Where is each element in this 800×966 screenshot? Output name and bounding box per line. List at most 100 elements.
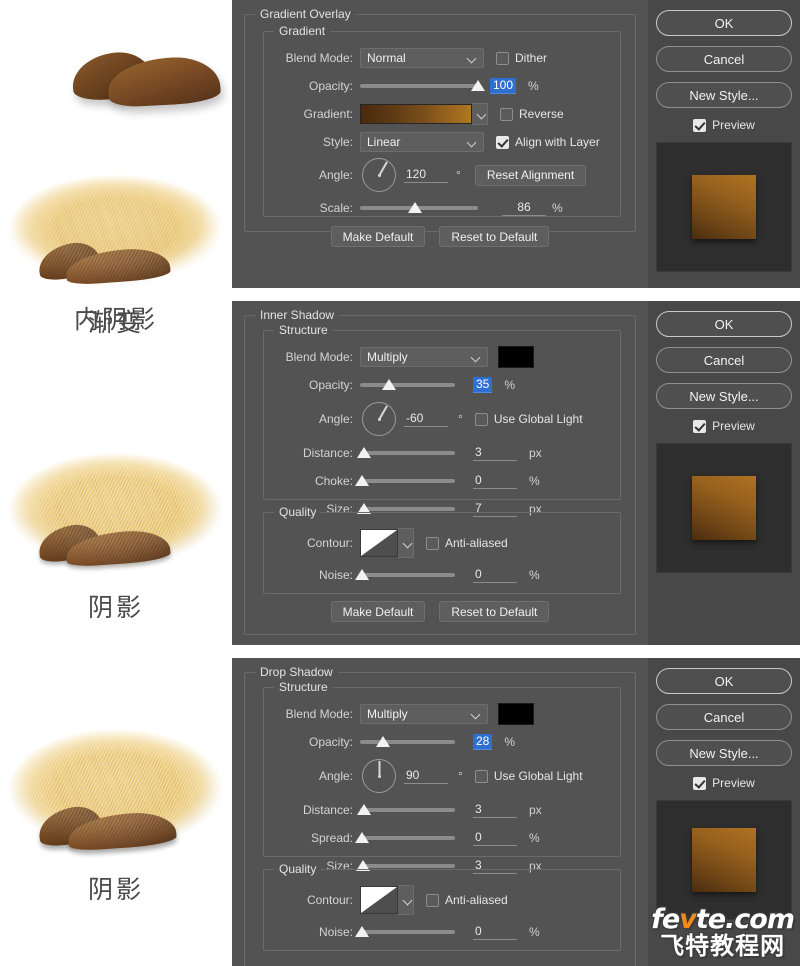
opacity-slider[interactable]	[360, 77, 485, 95]
reset-to-default-button[interactable]: Reset to Default	[439, 601, 550, 622]
reverse-checkbox[interactable]: Reverse	[500, 107, 564, 121]
slider-thumb[interactable]	[471, 80, 485, 91]
use-global-light-label: Use Global Light	[493, 769, 583, 783]
cancel-button[interactable]: Cancel	[656, 704, 792, 730]
distance-slider[interactable]	[356, 801, 455, 819]
ok-button[interactable]: OK	[656, 668, 792, 694]
shadow-color-swatch[interactable]	[498, 346, 534, 368]
slider-thumb[interactable]	[356, 447, 371, 458]
distance-value[interactable]: 3	[473, 445, 517, 461]
slider-thumb[interactable]	[354, 475, 369, 486]
slider-thumb[interactable]	[354, 569, 369, 580]
anti-aliased-checkbox[interactable]: Anti-aliased	[426, 893, 508, 907]
angle-dial[interactable]	[362, 402, 396, 436]
ok-button[interactable]: OK	[656, 311, 792, 337]
new-style-button[interactable]: New Style...	[656, 740, 792, 766]
style-select[interactable]: Linear	[360, 132, 484, 152]
checkbox-box	[500, 107, 513, 121]
opacity-slider[interactable]	[360, 376, 455, 394]
blend-mode-label: Blend Mode:	[285, 707, 353, 721]
use-global-light-checkbox[interactable]: Use Global Light	[474, 769, 583, 783]
slider-thumb[interactable]	[356, 804, 371, 815]
checkbox-box	[474, 412, 488, 426]
checkbox-box	[693, 118, 707, 132]
angle-value[interactable]: 90	[404, 768, 448, 784]
angle-dial[interactable]	[362, 158, 396, 192]
cancel-button[interactable]: Cancel	[656, 46, 792, 72]
blend-mode-select[interactable]: Normal	[360, 48, 484, 68]
ok-button[interactable]: OK	[656, 10, 792, 36]
angle-dial[interactable]	[362, 759, 396, 793]
opacity-value[interactable]: 100	[490, 78, 517, 94]
distance-value[interactable]: 3	[473, 802, 517, 818]
gradient-swatch[interactable]	[360, 104, 472, 124]
align-with-layer-checkbox[interactable]: Align with Layer	[496, 135, 600, 149]
shadow-color-swatch[interactable]	[498, 703, 534, 725]
noise-unit: %	[529, 568, 540, 582]
distance-unit: px	[529, 446, 542, 460]
angle-row: Angle: 90 ° Use Global Light	[270, 757, 614, 795]
new-style-button[interactable]: New Style...	[656, 383, 792, 409]
illustration-inner-shadow: 内阴影	[0, 172, 232, 452]
angle-value[interactable]: -60	[404, 411, 448, 427]
checkbox-box	[426, 893, 439, 907]
noise-value[interactable]: 0	[473, 567, 517, 583]
cancel-button[interactable]: Cancel	[656, 347, 792, 373]
section-title: Quality	[274, 862, 322, 876]
anti-aliased-checkbox[interactable]: Anti-aliased	[426, 536, 508, 550]
slider-track	[360, 930, 455, 934]
dither-checkbox[interactable]: Dither	[496, 51, 547, 65]
distance-slider[interactable]	[356, 444, 455, 462]
dialog-title: Drop Shadow	[255, 665, 338, 679]
contour-swatch[interactable]	[360, 529, 398, 557]
blend-mode-select[interactable]: Multiply	[360, 347, 488, 367]
spread-slider[interactable]	[354, 829, 455, 847]
reset-to-default-button[interactable]: Reset to Default	[439, 226, 550, 247]
noise-value[interactable]: 0	[473, 924, 517, 940]
opacity-row: Opacity: 28 %	[270, 729, 614, 755]
opacity-slider[interactable]	[360, 733, 455, 751]
preview-checkbox[interactable]: Preview	[656, 419, 792, 433]
new-style-button[interactable]: New Style...	[656, 82, 792, 108]
angle-value[interactable]: 120	[404, 167, 448, 183]
slider-thumb[interactable]	[354, 926, 369, 937]
scale-value[interactable]: 86	[502, 200, 546, 216]
contour-picker-button[interactable]	[398, 528, 414, 558]
angle-unit: °	[458, 412, 463, 426]
reset-alignment-button[interactable]: Reset Alignment	[474, 164, 587, 186]
choke-value[interactable]: 0	[473, 473, 517, 489]
make-default-button[interactable]: Make Default	[330, 601, 426, 622]
gradient-section: Gradient Blend Mode: Normal Dither Opaci…	[263, 24, 621, 217]
blend-mode-select[interactable]: Multiply	[360, 704, 488, 724]
angle-label: Angle:	[318, 168, 353, 182]
dither-label: Dither	[515, 51, 548, 65]
gradient-picker-button[interactable]	[472, 103, 488, 125]
opacity-label: Opacity:	[308, 735, 353, 749]
spread-value[interactable]: 0	[473, 830, 517, 846]
slider-thumb[interactable]	[381, 379, 396, 390]
noise-label: Noise:	[318, 925, 353, 939]
slider-thumb[interactable]	[408, 202, 423, 213]
noise-slider[interactable]	[354, 566, 455, 584]
opacity-label: Opacity:	[308, 79, 353, 93]
slider-thumb[interactable]	[354, 832, 369, 843]
make-default-button[interactable]: Make Default	[330, 226, 426, 247]
contour-swatch[interactable]	[360, 886, 398, 914]
opacity-unit: %	[504, 735, 516, 749]
slider-track	[360, 808, 455, 812]
scale-slider[interactable]	[360, 199, 478, 217]
slider-thumb[interactable]	[375, 736, 390, 747]
inner-shadow-group: Inner Shadow Structure Blend Mode: Multi…	[244, 308, 636, 635]
opacity-value[interactable]: 35	[473, 377, 493, 393]
section-title: Structure	[274, 680, 333, 694]
dial-hub	[377, 173, 381, 177]
choke-slider[interactable]	[354, 472, 455, 490]
preview-checkbox[interactable]: Preview	[656, 118, 792, 132]
preview-checkbox[interactable]: Preview	[656, 776, 792, 790]
use-global-light-checkbox[interactable]: Use Global Light	[474, 412, 583, 426]
contour-picker-button[interactable]	[398, 885, 414, 915]
opacity-value[interactable]: 28	[473, 734, 493, 750]
defaults-button-row: Make Default Reset to Default	[253, 601, 627, 622]
dial-needle	[379, 761, 381, 776]
noise-slider[interactable]	[354, 923, 455, 941]
